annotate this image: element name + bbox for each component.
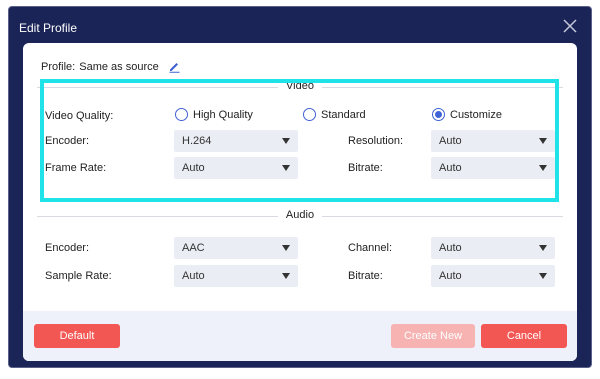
default-button[interactable]: Default bbox=[34, 324, 120, 348]
radio-high-quality[interactable]: High Quality bbox=[175, 108, 253, 121]
audio-encoder-value: AAC bbox=[182, 242, 205, 254]
close-icon[interactable] bbox=[559, 15, 581, 37]
frame-rate-value: Auto bbox=[182, 162, 205, 174]
cancel-button[interactable]: Cancel bbox=[481, 324, 567, 348]
resolution-select[interactable]: Auto bbox=[431, 130, 555, 152]
radio-customize-label: Customize bbox=[450, 108, 502, 121]
radio-high-quality-label: High Quality bbox=[193, 108, 253, 121]
profile-row: Profile: Same as source bbox=[41, 60, 181, 73]
edit-profile-dialog: Edit Profile Profile: Same as source Vid… bbox=[8, 6, 592, 368]
audio-bitrate-label: Bitrate: bbox=[348, 270, 383, 282]
audio-bitrate-value: Auto bbox=[439, 270, 462, 282]
radio-high-quality-circle[interactable] bbox=[175, 108, 188, 121]
frame-rate-label: Frame Rate: bbox=[45, 162, 107, 174]
channel-value: Auto bbox=[439, 242, 462, 254]
pencil-icon[interactable] bbox=[168, 60, 181, 73]
radio-standard-circle[interactable] bbox=[303, 108, 316, 121]
video-bitrate-select[interactable]: Auto bbox=[431, 157, 555, 179]
video-bitrate-label: Bitrate: bbox=[348, 162, 383, 174]
video-quality-label: Video Quality: bbox=[45, 110, 114, 122]
resolution-label: Resolution: bbox=[348, 135, 404, 147]
chevron-down-icon bbox=[282, 245, 290, 251]
audio-encoder-label: Encoder: bbox=[45, 242, 90, 254]
audio-bitrate-select[interactable]: Auto bbox=[431, 265, 555, 287]
video-bitrate-value: Auto bbox=[439, 162, 462, 174]
chevron-down-icon bbox=[282, 273, 290, 279]
chevron-down-icon bbox=[539, 165, 547, 171]
create-new-button[interactable]: Create New bbox=[391, 324, 475, 348]
chevron-down-icon bbox=[282, 138, 290, 144]
sample-rate-value: Auto bbox=[182, 270, 205, 282]
dialog-body: Profile: Same as source Video Video Qual… bbox=[23, 43, 577, 361]
sample-rate-select[interactable]: Auto bbox=[174, 265, 298, 287]
audio-heading-text: Audio bbox=[277, 209, 323, 221]
radio-customize-circle[interactable] bbox=[432, 108, 445, 121]
profile-label: Profile: bbox=[41, 60, 76, 73]
chevron-down-icon bbox=[539, 273, 547, 279]
resolution-value: Auto bbox=[439, 135, 462, 147]
audio-encoder-select[interactable]: AAC bbox=[174, 237, 298, 259]
channel-select[interactable]: Auto bbox=[431, 237, 555, 259]
frame-rate-select[interactable]: Auto bbox=[174, 157, 298, 179]
audio-section-heading: Audio bbox=[37, 209, 563, 223]
radio-customize[interactable]: Customize bbox=[432, 108, 502, 121]
video-encoder-value: H.264 bbox=[182, 135, 212, 147]
chevron-down-icon bbox=[539, 138, 547, 144]
dialog-title: Edit Profile bbox=[19, 21, 78, 35]
chevron-down-icon bbox=[282, 165, 290, 171]
video-encoder-select[interactable]: H.264 bbox=[174, 130, 298, 152]
dialog-footer: Default Create New Cancel bbox=[23, 311, 577, 361]
radio-standard[interactable]: Standard bbox=[303, 108, 366, 121]
radio-standard-label: Standard bbox=[321, 108, 366, 121]
sample-rate-label: Sample Rate: bbox=[45, 270, 112, 282]
chevron-down-icon bbox=[539, 245, 547, 251]
profile-value: Same as source bbox=[79, 60, 159, 73]
channel-label: Channel: bbox=[348, 242, 393, 254]
video-encoder-label: Encoder: bbox=[45, 135, 90, 147]
